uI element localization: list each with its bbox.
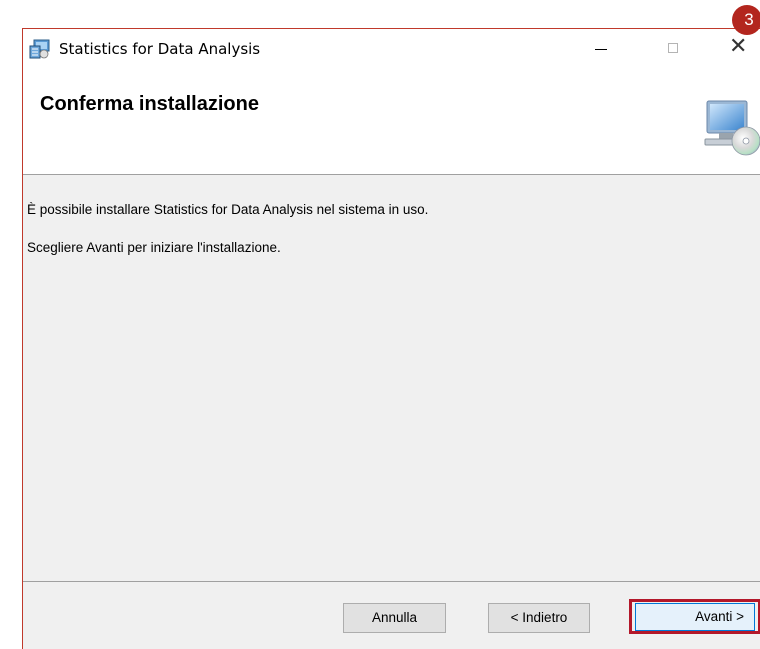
title-bar[interactable]: Statistics for Data Analysis ✕: [23, 29, 760, 69]
step-number-badge: 3: [732, 5, 760, 35]
install-message: È possibile installare Statistics for Da…: [27, 202, 429, 217]
button-bar: Annulla < Indietro Avanti >: [23, 581, 760, 649]
close-icon: ✕: [729, 34, 748, 59]
instruction-message: Scegliere Avanti per iniziare l'installa…: [27, 240, 281, 255]
page-title: Conferma installazione: [40, 93, 259, 115]
computer-cd-icon: [704, 100, 760, 156]
installer-window: Statistics for Data Analysis ✕ Conferma …: [22, 28, 760, 649]
maximize-button[interactable]: [651, 33, 697, 65]
installer-body: È possibile installare Statistics for Da…: [23, 175, 760, 581]
window-title: Statistics for Data Analysis: [59, 40, 261, 58]
installer-app-icon: [29, 39, 50, 59]
installer-header: Conferma installazione: [23, 69, 760, 175]
cancel-button[interactable]: Annulla: [343, 603, 446, 633]
next-button[interactable]: Avanti >: [635, 603, 755, 631]
back-button[interactable]: < Indietro: [488, 603, 590, 633]
close-button[interactable]: ✕: [715, 33, 760, 65]
minimize-button[interactable]: [579, 33, 625, 65]
